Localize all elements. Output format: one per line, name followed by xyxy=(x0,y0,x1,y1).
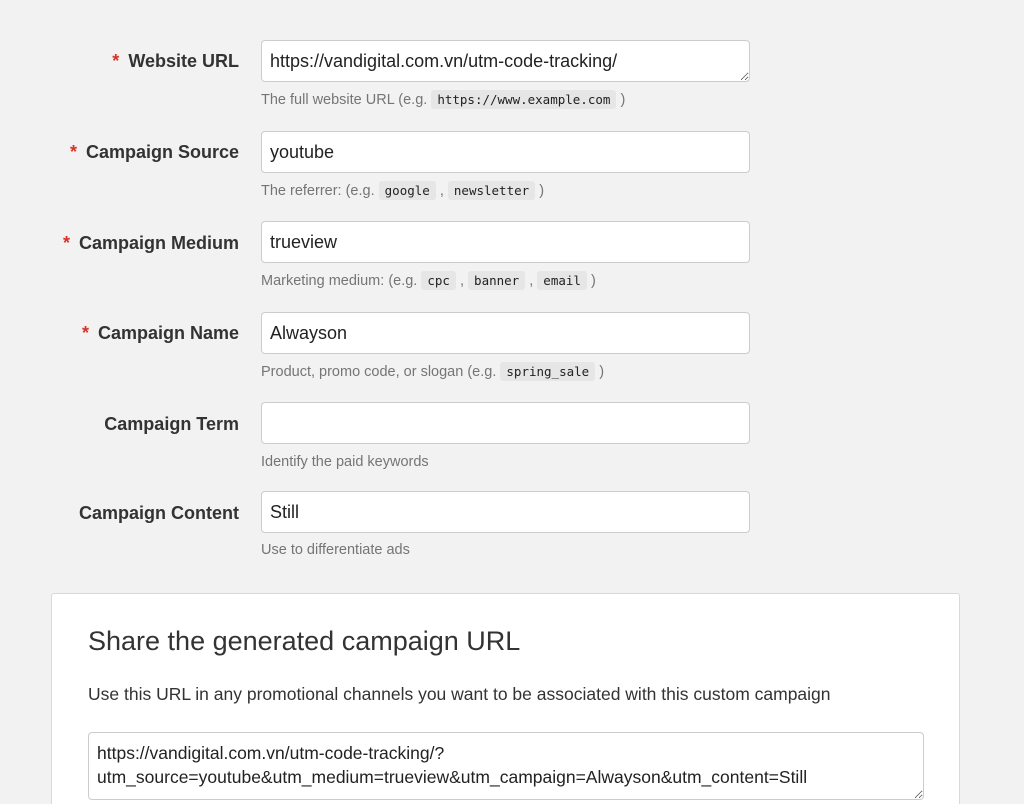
campaign-medium-hint: Marketing medium: (e.g. cpc , banner , e… xyxy=(261,271,596,290)
generated-url-line-1: https://vandigital.com.vn/utm-code-track… xyxy=(97,743,445,763)
utm-builder-form: * Website URL https://vandigital.com.vn/u… xyxy=(0,0,1024,804)
generated-url-line-2: utm_source=youtube&utm_medium=trueview&u… xyxy=(97,767,808,787)
campaign-medium-input[interactable] xyxy=(261,221,750,263)
required-marker: * xyxy=(62,233,70,253)
campaign-term-label: Campaign Term xyxy=(104,414,239,434)
campaign-source-hint: The referrer: (e.g. google , newsletter … xyxy=(261,181,545,200)
required-marker: * xyxy=(81,323,89,343)
campaign-content-label: Campaign Content xyxy=(79,503,239,523)
campaign-content-input[interactable] xyxy=(261,491,750,533)
campaign-name-input[interactable] xyxy=(261,312,750,354)
share-title: Share the generated campaign URL xyxy=(88,626,521,656)
required-marker: * xyxy=(112,51,120,71)
campaign-source-label: * Campaign Source xyxy=(69,142,239,162)
campaign-term-hint: Identify the paid keywords xyxy=(261,454,429,470)
generated-url-output[interactable]: https://vandigital.com.vn/utm-code-track… xyxy=(88,732,924,800)
campaign-source-input[interactable] xyxy=(261,131,750,173)
website-url-label: * Website URL xyxy=(112,51,239,71)
website-url-input[interactable]: https://vandigital.com.vn/utm-code-track… xyxy=(261,40,750,82)
campaign-name-hint: Product, promo code, or slogan (e.g. spr… xyxy=(261,362,605,381)
campaign-medium-label: * Campaign Medium xyxy=(62,233,239,253)
campaign-term-input[interactable] xyxy=(261,402,750,444)
required-marker: * xyxy=(69,142,77,162)
campaign-content-hint: Use to differentiate ads xyxy=(261,542,410,558)
share-description: Use this URL in any promotional channels… xyxy=(88,684,831,704)
website-url-hint: The full website URL (e.g. https://www.e… xyxy=(261,90,626,109)
share-url-card: Share the generated campaign URL Use thi… xyxy=(51,593,960,804)
campaign-name-label: * Campaign Name xyxy=(81,323,239,343)
